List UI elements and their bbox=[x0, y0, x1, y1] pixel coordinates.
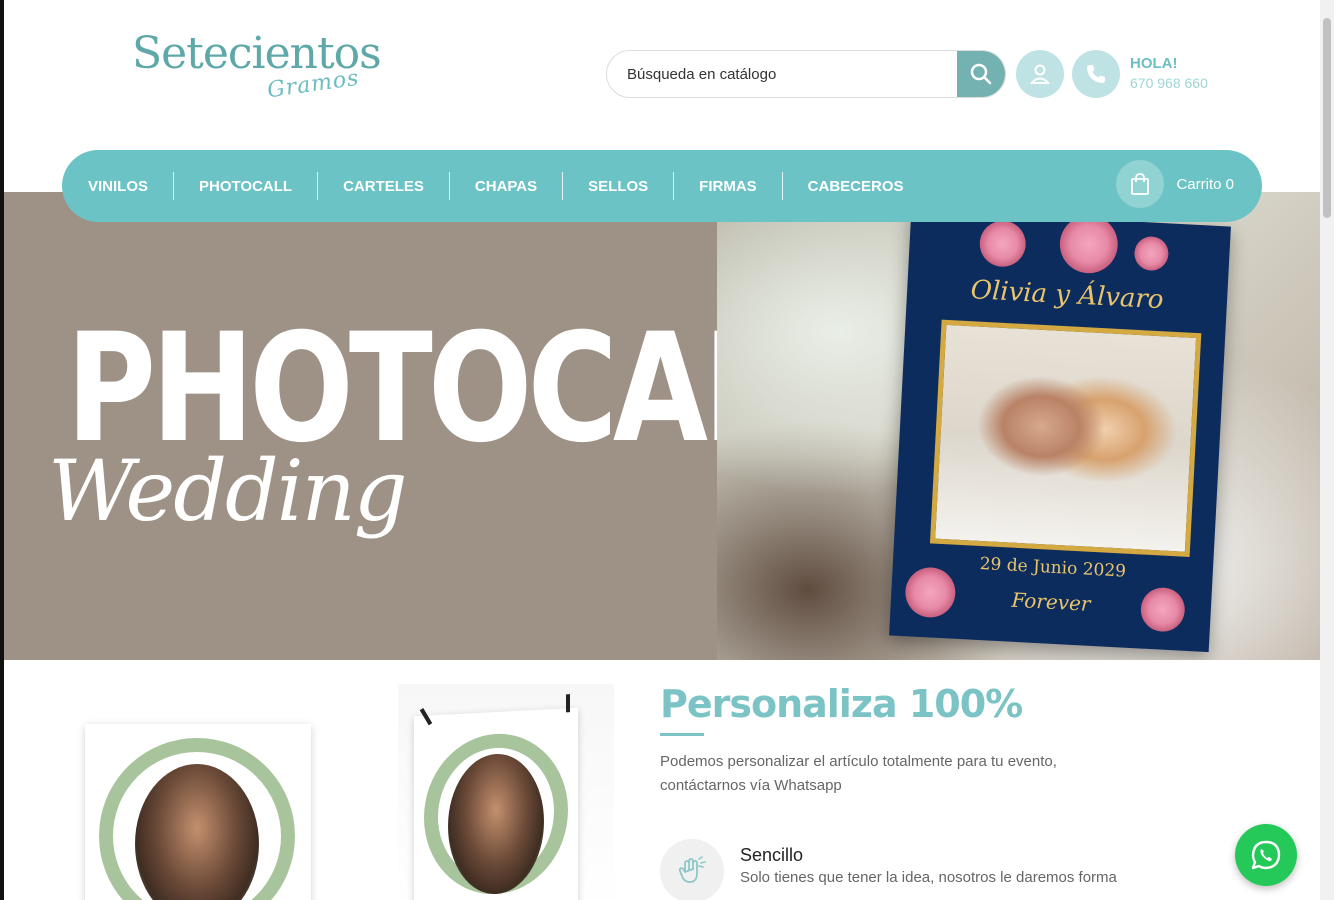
flower-decoration bbox=[978, 219, 1027, 268]
flower-decoration bbox=[1133, 235, 1170, 272]
search-input[interactable] bbox=[607, 51, 959, 97]
main-navigation: VINILOS PHOTOCALL CARTELES CHAPAS SELLOS… bbox=[62, 150, 1262, 222]
whatsapp-icon bbox=[1251, 840, 1281, 870]
flower-decoration bbox=[1058, 213, 1120, 275]
clip-pin bbox=[566, 694, 570, 713]
section-title-underline bbox=[660, 733, 704, 736]
shopping-bag-icon bbox=[1131, 173, 1150, 195]
nav-item-label: PHOTOCALL bbox=[199, 177, 293, 195]
flower-decoration bbox=[1139, 586, 1186, 633]
cart-label: Carrito 0 bbox=[1176, 175, 1234, 193]
nav-item-label: VINILOS bbox=[88, 177, 149, 195]
cart-icon-wrap bbox=[1116, 160, 1165, 208]
phone-icon bbox=[1087, 65, 1105, 83]
nav-item-firmas[interactable]: FIRMAS bbox=[674, 172, 783, 200]
phone-button[interactable] bbox=[1072, 50, 1120, 98]
section-description: Podemos personalizar el artículo totalme… bbox=[660, 753, 1057, 794]
nav-item-cabeceros[interactable]: CABECEROS bbox=[783, 178, 929, 195]
scrollbar[interactable] bbox=[1320, 0, 1334, 900]
poster-names: Olivia y Álvaro bbox=[969, 275, 1165, 316]
section-title: Personaliza 100% bbox=[660, 682, 1023, 726]
search-icon bbox=[970, 63, 992, 85]
poster-photo-frame bbox=[929, 319, 1202, 557]
product-preview-hanging[interactable] bbox=[414, 694, 578, 900]
contact-phone[interactable]: 670 968 660 bbox=[1130, 75, 1208, 91]
nav-item-carteles[interactable]: CARTELES bbox=[318, 172, 450, 200]
search-bar bbox=[606, 50, 1006, 98]
hand-icon bbox=[678, 856, 706, 883]
nav-item-label: CHAPAS bbox=[474, 177, 538, 195]
feature-icon-wrap bbox=[660, 839, 724, 900]
whatsapp-button[interactable] bbox=[1235, 824, 1297, 886]
search-button[interactable] bbox=[957, 51, 1005, 97]
cart-button[interactable]: Carrito 0 bbox=[1116, 160, 1234, 208]
product-preview-flat[interactable] bbox=[85, 724, 311, 900]
nav-item-label: CARTELES bbox=[343, 177, 424, 195]
nav-item-sellos[interactable]: SELLOS bbox=[563, 172, 675, 200]
hero-image: Olivia y Álvaro 29 de Junio 2029 Forever bbox=[717, 192, 1320, 660]
nav-item-vinilos[interactable]: VINILOS bbox=[88, 172, 175, 200]
nav-item-photocall[interactable]: PHOTOCALL bbox=[174, 172, 319, 200]
site-logo[interactable]: Setecientos Gramos bbox=[132, 32, 382, 112]
flower-decoration bbox=[904, 566, 957, 619]
hero-banner[interactable]: PHOTOCALL Wedding Olivia y Álvaro 29 de … bbox=[4, 192, 1320, 660]
user-icon bbox=[1030, 64, 1050, 84]
feature-title: Sencillo bbox=[740, 845, 804, 865]
feature-description: Solo tienes que tener la idea, nosotros … bbox=[740, 869, 1117, 886]
nav-item-label: FIRMAS bbox=[699, 177, 757, 195]
hero-text-panel: PHOTOCALL Wedding bbox=[4, 192, 855, 660]
scrollbar-thumb[interactable] bbox=[1323, 18, 1331, 218]
hero-subtitle: Wedding bbox=[48, 442, 407, 540]
contact-info: HOLA! 670 968 660 bbox=[1130, 55, 1208, 91]
nav-item-chapas[interactable]: CHAPAS bbox=[450, 172, 564, 200]
nav-item-label: SELLOS bbox=[588, 177, 649, 195]
contact-greeting: HOLA! bbox=[1130, 55, 1178, 72]
photocall-poster: Olivia y Álvaro 29 de Junio 2029 Forever bbox=[889, 209, 1231, 653]
account-button[interactable] bbox=[1016, 50, 1064, 98]
nav-item-label: CABECEROS bbox=[807, 177, 904, 195]
